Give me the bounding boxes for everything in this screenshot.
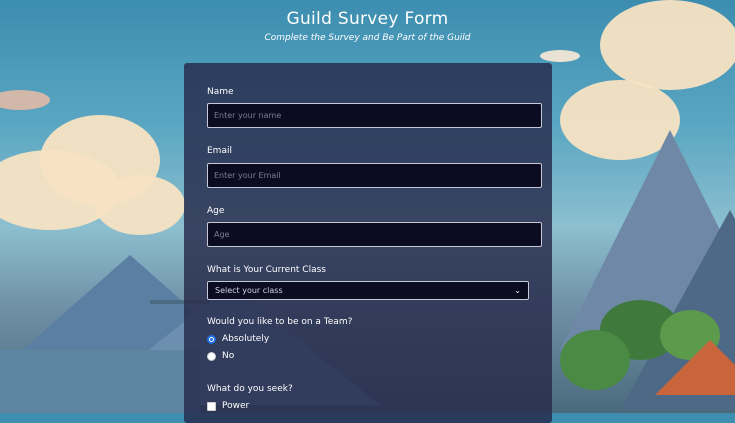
name-input[interactable]: Enter your name: [207, 103, 542, 128]
age-input[interactable]: Age: [207, 222, 542, 247]
survey-form: Name Enter your name Email Enter your Em…: [184, 63, 552, 423]
team-option-label: Absolutely: [222, 334, 270, 344]
class-select-value: Select your class: [215, 286, 283, 295]
team-label: Would you like to be on a Team?: [207, 317, 353, 327]
age-placeholder: Age: [214, 230, 230, 239]
class-label: What is Your Current Class: [207, 265, 326, 275]
name-label: Name: [207, 87, 234, 97]
seek-option-label: Power: [222, 401, 250, 411]
chevron-down-icon: ⌄: [514, 286, 521, 295]
radio-button[interactable]: [207, 351, 216, 361]
seek-label: What do you seek?: [207, 384, 293, 394]
page-title: Guild Survey Form: [286, 9, 449, 29]
class-select[interactable]: Select your class ⌄: [207, 281, 529, 300]
radio-button-checked[interactable]: [207, 334, 216, 344]
team-option-absolutely[interactable]: Absolutely: [207, 334, 269, 344]
checkbox[interactable]: [207, 401, 216, 411]
name-placeholder: Enter your name: [214, 111, 282, 120]
team-option-label: No: [222, 351, 235, 361]
page-header: Guild Survey Form Complete the Survey an…: [0, 8, 735, 43]
seek-option-power[interactable]: Power: [207, 401, 249, 411]
age-label: Age: [207, 206, 225, 216]
team-option-no[interactable]: No: [207, 351, 234, 361]
email-placeholder: Enter your Email: [214, 171, 281, 180]
email-label: Email: [207, 146, 232, 156]
email-input[interactable]: Enter your Email: [207, 163, 542, 188]
page-subtitle: Complete the Survey and Be Part of the G…: [264, 33, 471, 43]
